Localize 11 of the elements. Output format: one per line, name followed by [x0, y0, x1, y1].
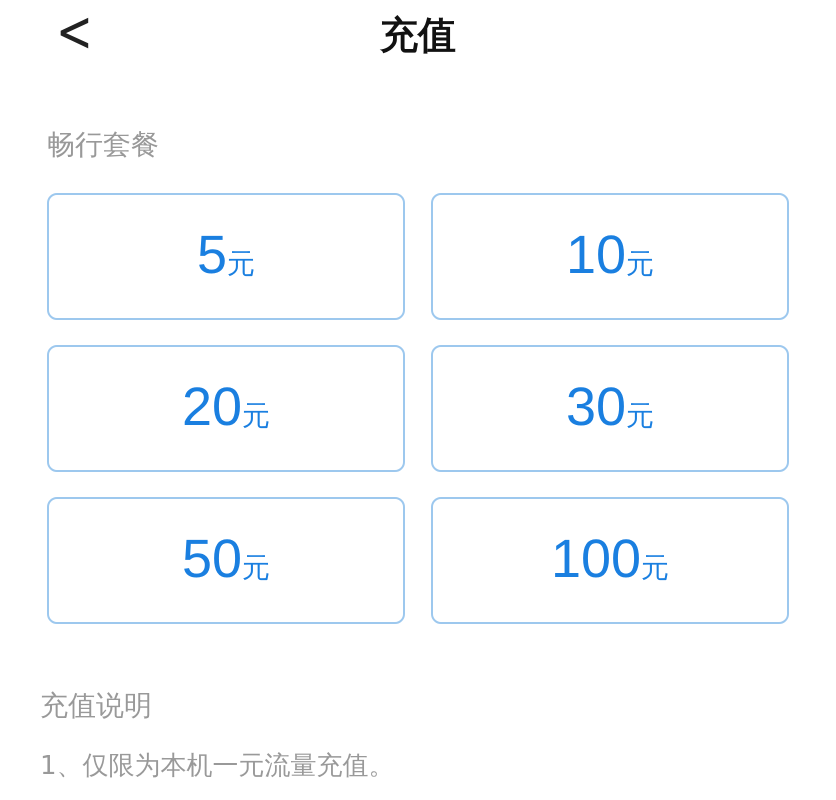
amount-option[interactable]: 50元: [47, 497, 405, 624]
note-text: 1、仅限为本机一元流量充值。: [40, 750, 396, 783]
amount-option[interactable]: 5元: [47, 193, 405, 320]
notes-title: 充值说明: [40, 688, 153, 724]
amount-option[interactable]: 10元: [431, 193, 789, 320]
back-button[interactable]: <: [50, 0, 99, 66]
amount-option[interactable]: 30元: [431, 345, 789, 472]
page-title: 充值: [380, 12, 456, 58]
section-label: 畅行套餐: [47, 127, 160, 163]
amount-option[interactable]: 20元: [47, 345, 405, 472]
amount-option[interactable]: 100元: [431, 497, 789, 624]
